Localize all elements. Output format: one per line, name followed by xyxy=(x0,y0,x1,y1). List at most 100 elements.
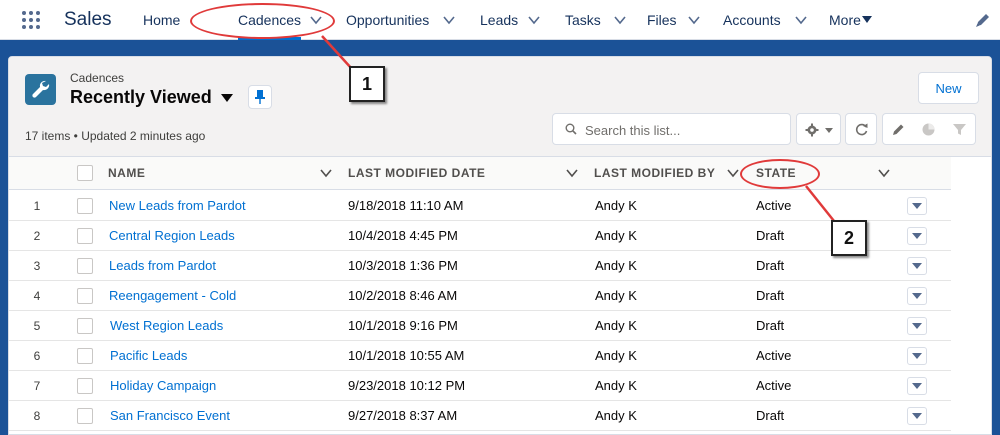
column-header-name[interactable]: NAME xyxy=(108,157,145,190)
state-value: Draft xyxy=(756,288,785,303)
nav-item-more[interactable]: More xyxy=(829,0,861,40)
table-row: 3 Leads from Pardot 10/3/2018 1:36 PM An… xyxy=(9,251,951,281)
last-modified-by: Andy K xyxy=(595,258,637,273)
last-modified-date: 9/23/2018 10:12 PM xyxy=(348,378,466,393)
caret-down-icon xyxy=(912,293,922,299)
state-value: Draft xyxy=(756,408,785,423)
row-actions-button[interactable] xyxy=(907,197,927,215)
table-row: 6 Pacific Leads 10/1/2018 10:55 AM Andy … xyxy=(9,341,951,371)
chevron-down-icon[interactable] xyxy=(566,168,578,178)
chart-icon xyxy=(922,123,935,136)
wrench-icon xyxy=(25,74,56,105)
app-name: Sales xyxy=(64,9,112,30)
cadence-name-link[interactable]: New Leads from Pardot xyxy=(109,191,246,221)
chevron-down-icon[interactable] xyxy=(688,15,700,25)
cadence-name-link[interactable]: West Region Leads xyxy=(110,311,223,341)
row-actions-button[interactable] xyxy=(907,287,927,305)
highlight-ellipse-state xyxy=(740,159,820,189)
chevron-down-icon[interactable] xyxy=(878,168,890,178)
refresh-button[interactable] xyxy=(845,113,877,145)
select-all-checkbox[interactable] xyxy=(77,165,93,181)
chevron-down-icon[interactable] xyxy=(443,15,455,25)
last-modified-date: 10/1/2018 10:55 AM xyxy=(348,348,465,363)
last-modified-by: Andy K xyxy=(595,348,637,363)
search-box[interactable] xyxy=(552,113,791,145)
chevron-down-icon[interactable] xyxy=(795,15,807,25)
row-checkbox[interactable] xyxy=(77,198,93,214)
row-actions-button[interactable] xyxy=(907,377,927,395)
row-actions-button[interactable] xyxy=(907,317,927,335)
chart-button[interactable] xyxy=(913,113,945,145)
last-modified-by: Andy K xyxy=(595,378,637,393)
last-modified-date: 10/1/2018 9:16 PM xyxy=(348,318,458,333)
list-view-title[interactable]: Recently Viewed xyxy=(70,87,212,108)
table-row: 7 Holiday Campaign 9/23/2018 10:12 PM An… xyxy=(9,371,951,401)
nav-item-home[interactable]: Home xyxy=(143,0,180,40)
object-label: Cadences xyxy=(70,71,125,85)
nav-item-leads[interactable]: Leads xyxy=(480,0,518,40)
cadence-name-link[interactable]: Pacific Leads xyxy=(110,341,187,371)
last-modified-date: 9/18/2018 11:10 AM xyxy=(348,198,464,213)
caret-down-icon[interactable] xyxy=(221,93,233,103)
highlight-ellipse-cadences xyxy=(190,3,335,39)
pin-icon xyxy=(255,90,265,104)
cadence-name-link[interactable]: Central Region Leads xyxy=(109,221,235,251)
last-modified-date: 10/4/2018 4:45 PM xyxy=(348,228,458,243)
row-checkbox[interactable] xyxy=(77,318,93,334)
list-settings-button[interactable] xyxy=(796,113,841,145)
callout-number-2: 2 xyxy=(831,220,867,256)
nav-item-tasks[interactable]: Tasks xyxy=(565,0,601,40)
chevron-down-icon[interactable] xyxy=(614,15,626,25)
last-modified-by: Andy K xyxy=(595,198,637,213)
row-actions-button[interactable] xyxy=(907,227,927,245)
row-actions-button[interactable] xyxy=(907,347,927,365)
row-number: 6 xyxy=(33,349,41,363)
state-value: Active xyxy=(756,198,792,213)
state-value: Draft xyxy=(756,318,785,333)
row-number: 3 xyxy=(33,259,41,273)
caret-down-icon xyxy=(912,383,922,389)
pin-button[interactable] xyxy=(248,85,272,109)
row-checkbox[interactable] xyxy=(77,258,93,274)
caret-down-icon[interactable] xyxy=(862,16,872,24)
chevron-down-icon[interactable] xyxy=(528,15,540,25)
row-actions-button[interactable] xyxy=(907,257,927,275)
nav-item-accounts[interactable]: Accounts xyxy=(723,0,781,40)
gear-icon xyxy=(805,123,819,137)
row-checkbox[interactable] xyxy=(77,378,93,394)
inline-edit-button[interactable] xyxy=(882,113,914,145)
global-navigation-bar: Sales Home Cadences Opportunities Leads … xyxy=(0,0,1000,40)
chevron-down-icon[interactable] xyxy=(320,168,332,178)
last-modified-date: 10/2/2018 8:46 AM xyxy=(348,288,458,303)
cadence-name-link[interactable]: Reengagement - Cold xyxy=(109,281,236,311)
new-button[interactable]: New xyxy=(918,72,979,104)
callout-number-1: 1 xyxy=(349,66,385,102)
row-number: 1 xyxy=(33,199,41,213)
row-actions-button[interactable] xyxy=(907,407,927,425)
caret-down-icon xyxy=(912,203,922,209)
table-row: 4 Reengagement - Cold 10/2/2018 8:46 AM … xyxy=(9,281,951,311)
row-checkbox[interactable] xyxy=(77,348,93,364)
cadence-name-link[interactable]: San Francisco Event xyxy=(110,401,230,431)
column-header-last-modified-date[interactable]: LAST MODIFIED DATE xyxy=(348,157,485,190)
nav-item-files[interactable]: Files xyxy=(647,0,677,40)
filter-button[interactable] xyxy=(944,113,976,145)
search-input[interactable] xyxy=(585,120,781,140)
list-view-header: Cadences Recently Viewed New 17 items • … xyxy=(9,57,991,157)
row-checkbox[interactable] xyxy=(77,228,93,244)
nav-item-opportunities[interactable]: Opportunities xyxy=(346,0,429,40)
row-checkbox[interactable] xyxy=(77,288,93,304)
cadence-name-link[interactable]: Leads from Pardot xyxy=(109,251,216,281)
column-header-last-modified-by[interactable]: LAST MODIFIED BY xyxy=(594,157,715,190)
cadence-name-link[interactable]: Holiday Campaign xyxy=(110,371,216,401)
row-number: 7 xyxy=(33,379,41,393)
row-number: 4 xyxy=(33,289,41,303)
caret-down-icon xyxy=(912,353,922,359)
app-launcher-icon[interactable] xyxy=(22,11,40,29)
pencil-icon[interactable] xyxy=(974,11,992,29)
caret-down-icon xyxy=(912,233,922,239)
row-number: 2 xyxy=(33,229,41,243)
chevron-down-icon[interactable] xyxy=(727,168,739,178)
edit-icon xyxy=(893,124,904,135)
row-checkbox[interactable] xyxy=(77,408,93,424)
